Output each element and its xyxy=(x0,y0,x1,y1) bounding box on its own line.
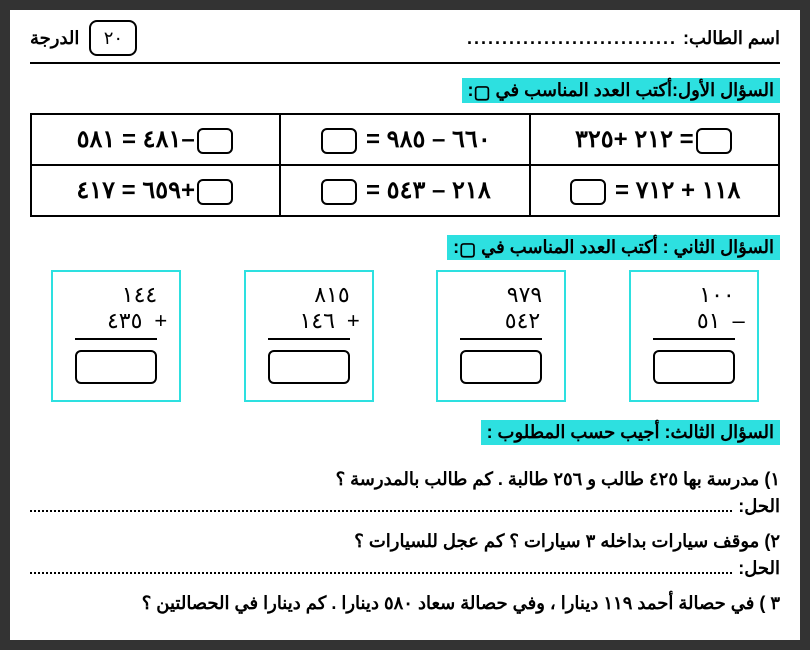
q2-p2-top: ٨١٥ xyxy=(264,282,354,308)
q1-r2c1-text: = ١١٨ + ٧١٢ xyxy=(615,177,740,204)
q1-cell-r2c2: = ٢١٨ – ٥٤٣ xyxy=(280,165,529,216)
q1-r1c3-text: ٤٨١ = ٥٨١– xyxy=(77,126,195,153)
q1-title-prefix: السؤال الأول:أكتب العدد المناسب في xyxy=(491,80,774,100)
header-row: اسم الطالب: ............................… xyxy=(30,20,780,56)
q2-p3-bottom-row: ٥٤٢ xyxy=(456,308,546,334)
hline xyxy=(653,338,735,340)
student-name-field: اسم الطالب: ............................… xyxy=(467,28,780,49)
q1-section: السؤال الأول:أكتب العدد المناسب في ▢: ٢١… xyxy=(30,78,780,217)
q2-problem-1: ١٤٤ ٤٣٥ + xyxy=(51,270,181,402)
q1-r2c2-text: = ٢١٨ – ٥٤٣ xyxy=(366,177,491,204)
q1-cell-r1c3: ٤٨١ = ٥٨١– xyxy=(31,114,280,165)
q1-table: ٢١٢ +٣٢٥ = = ٦٦٠ – ٩٨٥ ٤٨١ = ٥٨١– = ١١٨ … xyxy=(30,113,780,217)
q2-p3-top: ٩٧٩ xyxy=(456,282,546,308)
dotline[interactable] xyxy=(30,498,732,512)
solution-label: الحل: xyxy=(738,558,780,579)
answer-box[interactable] xyxy=(570,179,606,205)
q3-p2-solution: الحل: xyxy=(30,558,780,579)
answer-box[interactable] xyxy=(268,350,350,384)
answer-box[interactable] xyxy=(696,128,732,154)
answer-box[interactable] xyxy=(197,128,233,154)
q2-title-prefix: السؤال الثاني : أكتب العدد المناسب في xyxy=(476,237,774,257)
answer-box[interactable] xyxy=(321,179,357,205)
solution-label: الحل: xyxy=(738,496,780,517)
hline xyxy=(268,338,350,340)
q2-p4-top: ١٠٠ xyxy=(649,282,739,308)
answer-box[interactable] xyxy=(75,350,157,384)
q1-cell-r1c2: = ٦٦٠ – ٩٨٥ xyxy=(280,114,529,165)
student-dots: .............................. xyxy=(467,28,677,49)
q2-row: ١٤٤ ٤٣٥ + ٨١٥ ١٤٦ + ٩٧٩ xyxy=(30,270,780,402)
q2-p2-bottom-row: ١٤٦ + xyxy=(264,308,354,334)
q2-p1-top: ١٤٤ xyxy=(71,282,161,308)
worksheet-page: اسم الطالب: ............................… xyxy=(10,10,800,640)
q3-p1-solution: الحل: xyxy=(30,496,780,517)
q1-title: السؤال الأول:أكتب العدد المناسب في ▢: xyxy=(462,78,780,103)
grade-box: ٢٠ الدرجة xyxy=(30,20,137,56)
q3-p2: ٢) موقف سيارات بداخله ٣ سيارات ؟ كم عجل … xyxy=(30,531,780,552)
q1-r1c2-text: = ٦٦٠ – ٩٨٥ xyxy=(366,126,491,153)
q1-r1c1-text: ٢١٢ +٣٢٥ = xyxy=(575,126,694,153)
hline xyxy=(75,338,157,340)
student-label: اسم الطالب: xyxy=(683,28,780,49)
q3-p1: ١) مدرسة بها ٤٢٥ طالب و ٢٥٦ طالبة . كم ط… xyxy=(30,469,780,490)
q2-p2-bottom: ١٤٦ xyxy=(299,308,338,334)
q2-p3-bottom: ٥٤٢ xyxy=(505,308,544,334)
box-icon: ▢ xyxy=(474,82,491,103)
score-box: ٢٠ xyxy=(89,20,137,56)
q2-problem-3: ٩٧٩ ٥٤٢ xyxy=(436,270,566,402)
q2-section: السؤال الثاني : أكتب العدد المناسب في ▢:… xyxy=(30,235,780,402)
q3-p3: ٣ ) في حصالة أحمد ١١٩ دينارا ، وفي حصالة… xyxy=(30,593,780,614)
grade-label: الدرجة xyxy=(30,28,79,49)
q1-cell-r2c1: = ١١٨ + ٧١٢ xyxy=(530,165,779,216)
answer-box[interactable] xyxy=(321,128,357,154)
q1-cell-r1c1: ٢١٢ +٣٢٥ = xyxy=(530,114,779,165)
answer-box[interactable] xyxy=(460,350,542,384)
q2-problem-4: ١٠٠ ٥١ – xyxy=(629,270,759,402)
q3-section: السؤال الثالث: أجيب حسب المطلوب : ١) مدر… xyxy=(30,420,780,614)
q1-cell-r2c3: ٦٥٩ = ٤١٧+ xyxy=(31,165,280,216)
answer-box[interactable] xyxy=(653,350,735,384)
q2-problem-2: ٨١٥ ١٤٦ + xyxy=(244,270,374,402)
q2-p4-bottom-row: ٥١ – xyxy=(649,308,739,334)
score-value: ٢٠ xyxy=(104,28,123,49)
plus-icon: + xyxy=(154,308,167,334)
q2-p4-bottom: ٥١ xyxy=(697,308,725,334)
plus-icon: + xyxy=(347,308,360,334)
q3-title: السؤال الثالث: أجيب حسب المطلوب : xyxy=(481,420,780,445)
answer-box[interactable] xyxy=(197,179,233,205)
divider xyxy=(30,62,780,64)
q2-p1-bottom: ٤٣٥ xyxy=(107,308,146,334)
q2-p1-bottom-row: ٤٣٥ + xyxy=(71,308,161,334)
q2-title: السؤال الثاني : أكتب العدد المناسب في ▢: xyxy=(447,235,780,260)
box-icon: ▢ xyxy=(459,239,476,260)
q1-r2c3-text: ٦٥٩ = ٤١٧+ xyxy=(76,177,195,204)
dotline[interactable] xyxy=(30,560,732,574)
hline xyxy=(460,338,542,340)
minus-icon: – xyxy=(733,308,745,334)
